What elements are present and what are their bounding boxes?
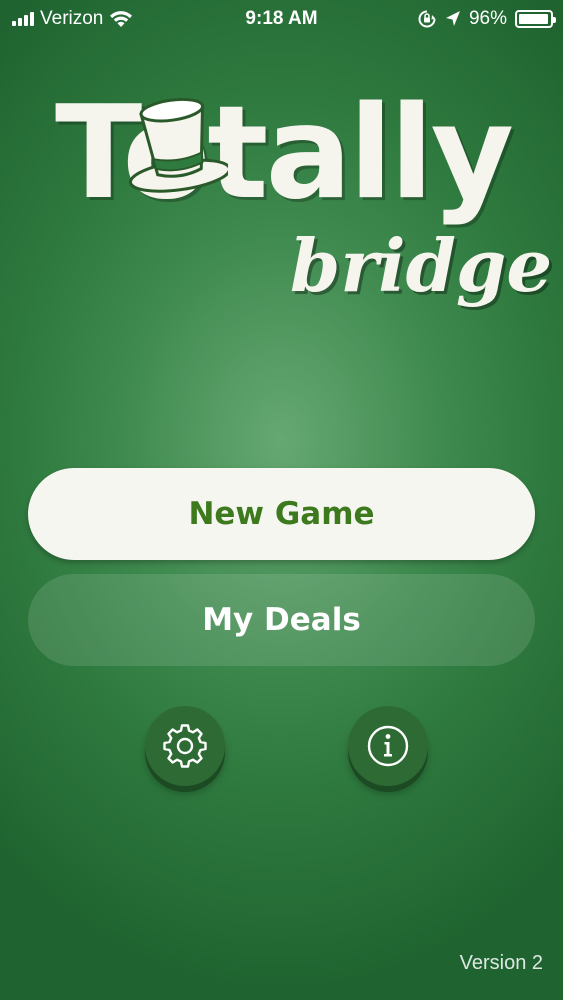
new-game-label: New Game [188, 496, 375, 532]
status-right: 96% [417, 8, 556, 30]
version-label: Version 2 [459, 952, 543, 974]
orientation-lock-icon [418, 10, 436, 28]
my-deals-label: My Deals [202, 602, 361, 638]
my-deals-button[interactable]: My Deals [28, 574, 535, 666]
battery-percent: 96% [468, 8, 507, 29]
location-arrow-icon [445, 11, 460, 26]
info-icon [367, 725, 409, 767]
app-logo: Totally bridge [55, 80, 552, 340]
info-button[interactable] [348, 706, 428, 786]
gear-icon [163, 724, 207, 768]
battery-icon [515, 10, 556, 28]
settings-button[interactable] [145, 706, 225, 786]
top-hat-icon [128, 97, 228, 193]
new-game-button[interactable]: New Game [28, 468, 535, 560]
logo-subtitle: bridge [290, 223, 553, 308]
status-bar: Verizon 9:18 AM 96% [0, 0, 563, 38]
battery-level [519, 14, 548, 24]
